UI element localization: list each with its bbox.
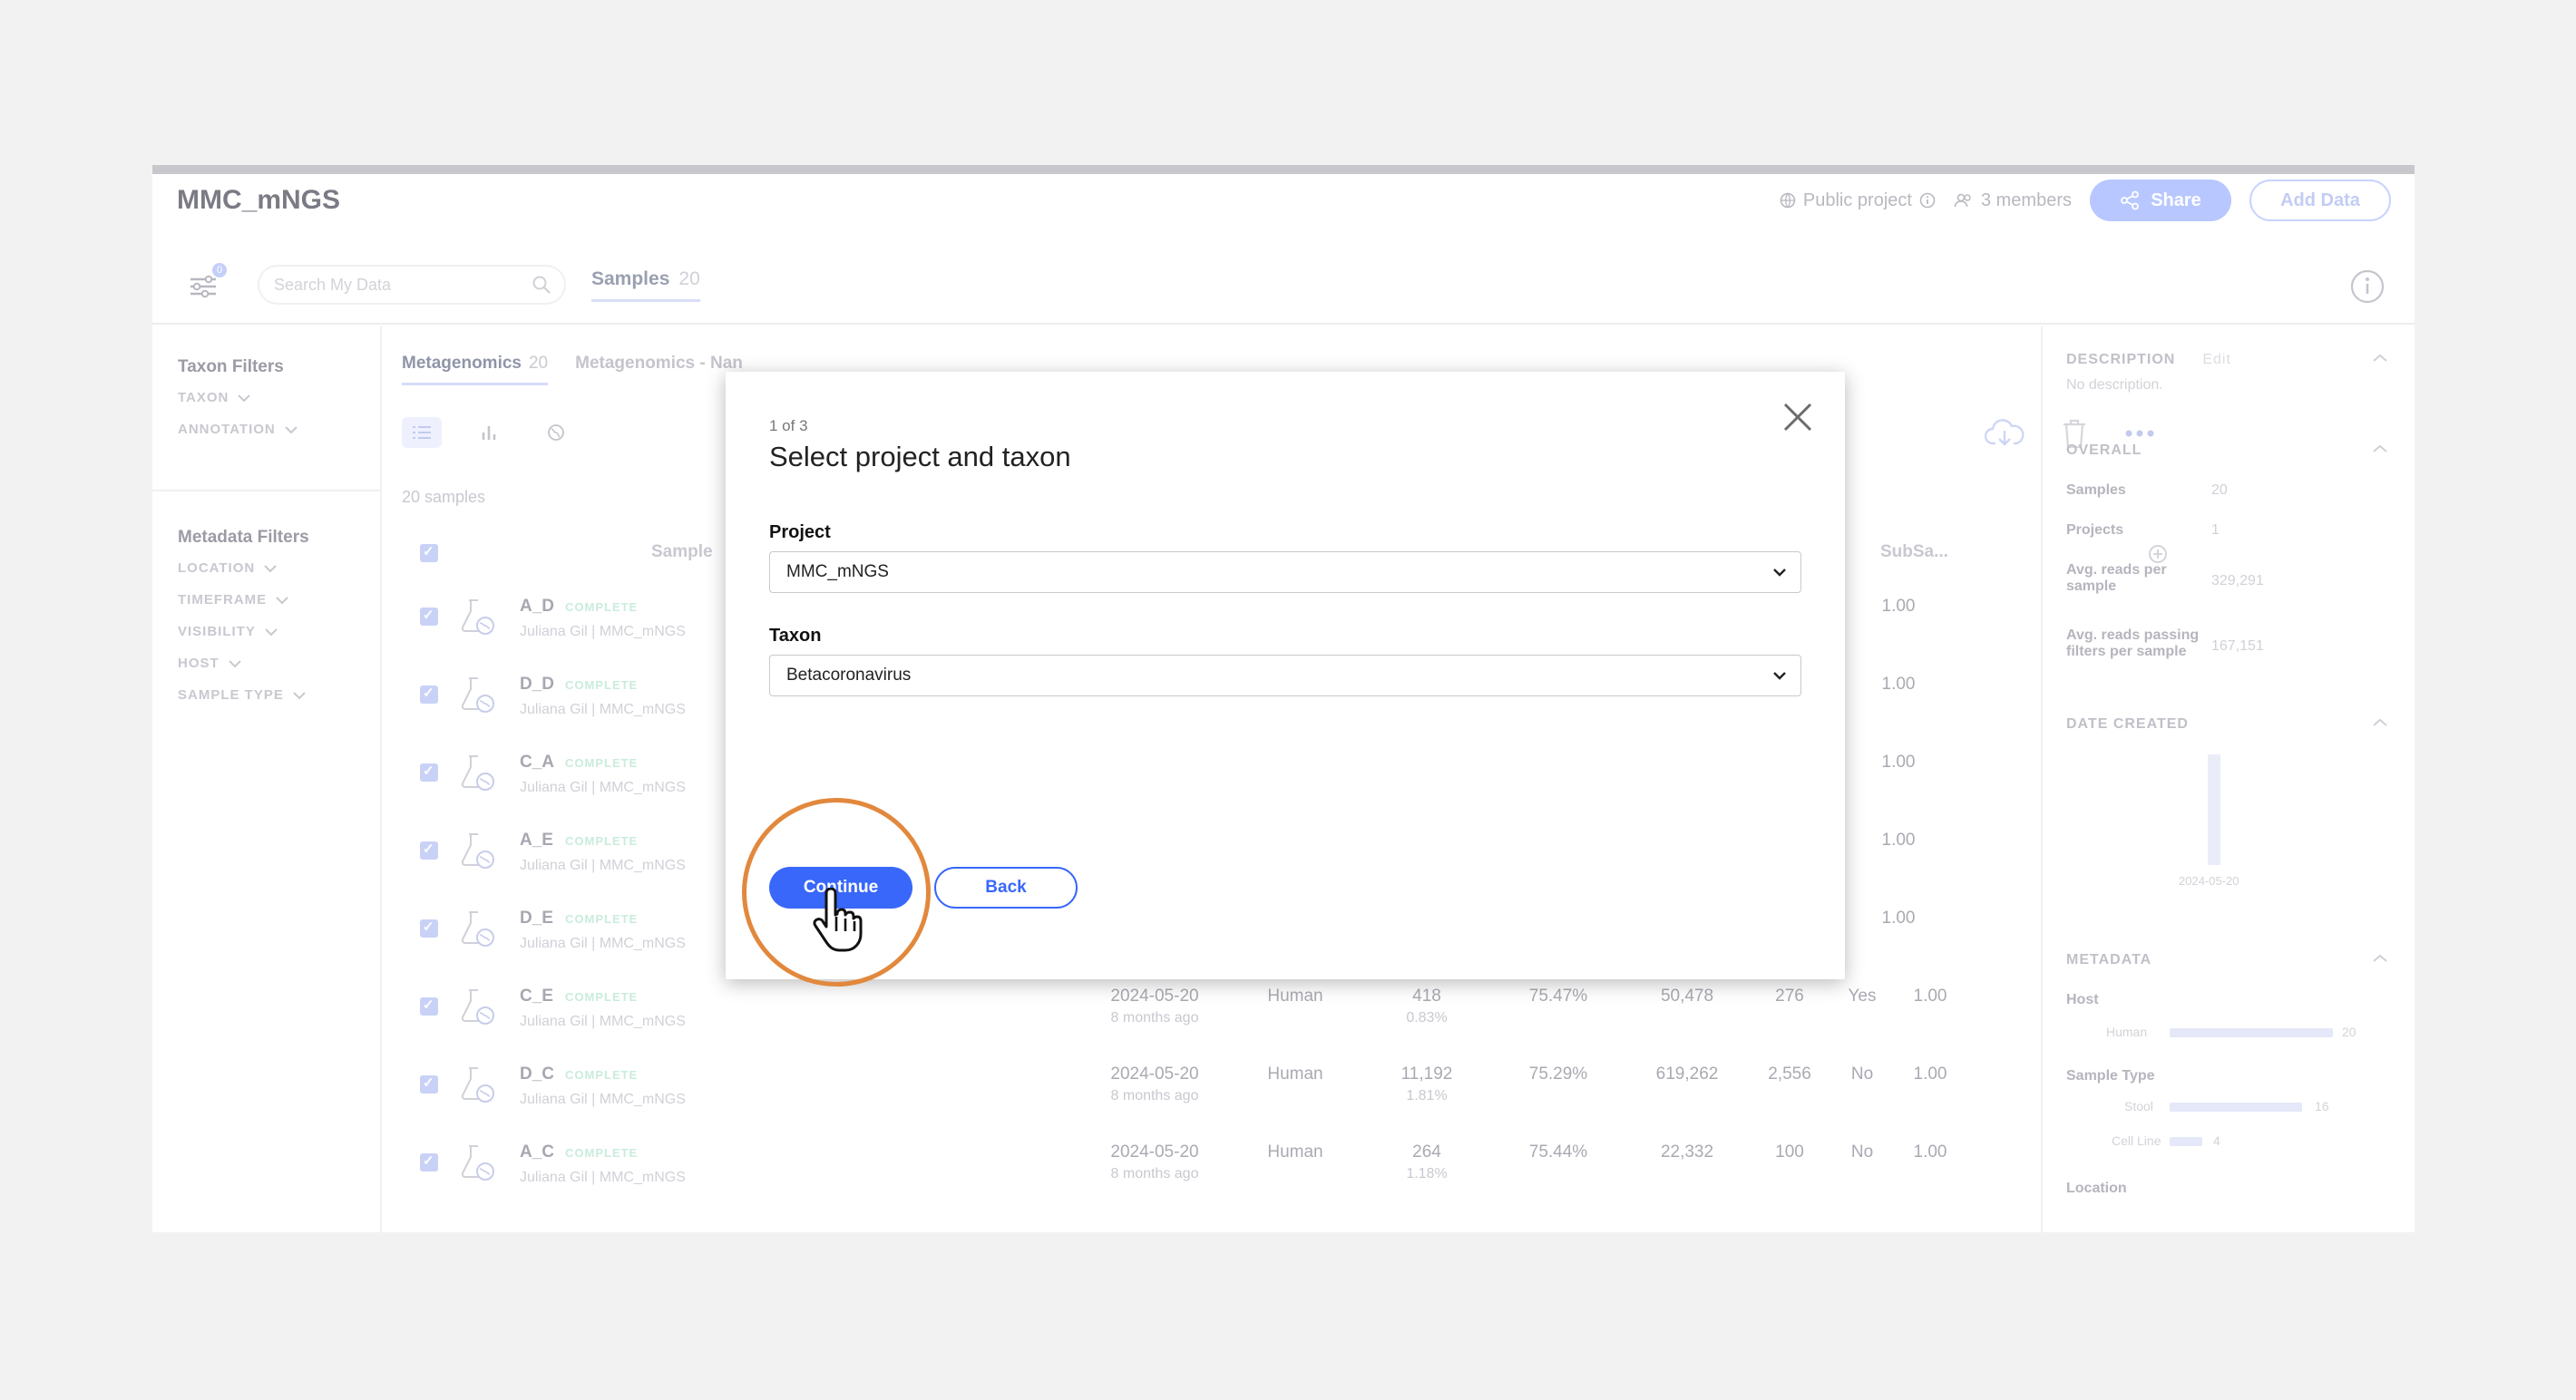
back-button[interactable]: Back: [934, 867, 1078, 909]
hand-pointer-cursor-icon: [813, 888, 863, 952]
project-select[interactable]: MMC_mNGS: [769, 551, 1801, 593]
modal-title: Select project and taxon: [769, 441, 1071, 472]
close-icon[interactable]: [1780, 399, 1816, 435]
step-indicator: 1 of 3: [769, 417, 808, 434]
project-field-label: Project: [769, 522, 831, 542]
taxon-select-value: Betacoronavirus: [786, 666, 912, 685]
taxon-field-label: Taxon: [769, 626, 822, 646]
project-select-value: MMC_mNGS: [786, 562, 889, 581]
chevron-down-icon: [1773, 672, 1786, 680]
chevron-down-icon: [1773, 569, 1786, 577]
taxon-select[interactable]: Betacoronavirus: [769, 655, 1801, 696]
